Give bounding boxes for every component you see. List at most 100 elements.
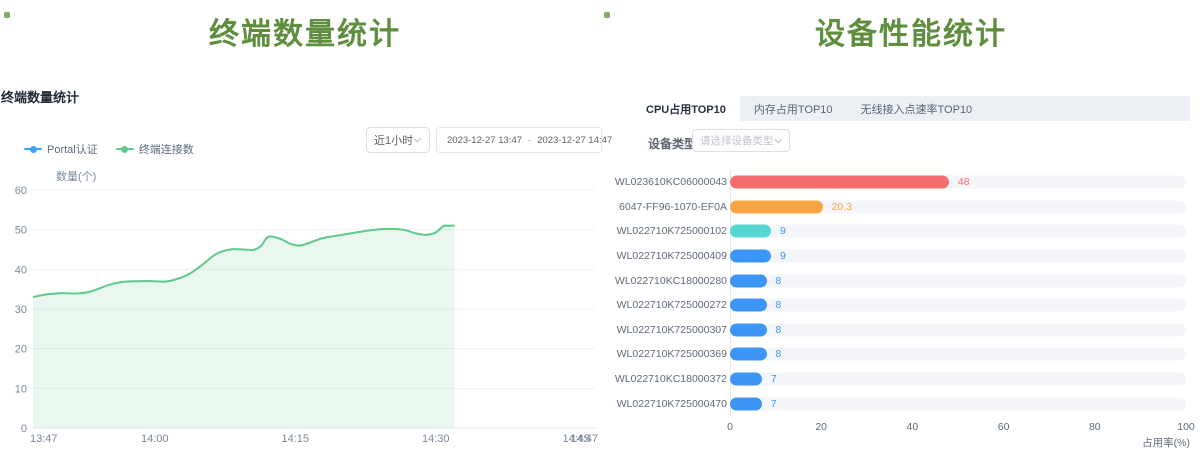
date-separator: - xyxy=(526,135,533,146)
bar-row: WL022710K725000369 8 xyxy=(632,342,1190,367)
bar-track xyxy=(730,225,1186,238)
bar-track xyxy=(730,274,1186,287)
panel-title-terminal: 终端数量统计 xyxy=(1,87,79,106)
bar-value-label: 8 xyxy=(776,299,782,311)
area-fill xyxy=(33,226,455,428)
bar-x-tick-label: 20 xyxy=(815,421,827,433)
legend-item-1[interactable]: 终端连接数 xyxy=(116,141,194,157)
bar-category-label: WL022710K725000470 xyxy=(632,391,727,416)
bar-category-label: WL022710K725000102 xyxy=(632,219,727,244)
bar-fill xyxy=(730,373,762,386)
bar-fill xyxy=(730,176,949,189)
dashboard: 终端数量统计 终端数量统计 近1小时 2023-12-27 13:47 - 20… xyxy=(0,0,1200,456)
bar-track xyxy=(730,373,1186,386)
bar-fill xyxy=(730,348,767,361)
bar-track xyxy=(730,250,1186,263)
bar-area: 20.3 xyxy=(730,195,1186,220)
device-type-select[interactable]: 请选择设备类型 xyxy=(692,129,790,152)
bar-value-label: 48 xyxy=(958,176,970,188)
tab-0[interactable]: CPU占用TOP10 xyxy=(632,96,740,121)
bar-value-label: 7 xyxy=(771,373,777,385)
bar-row: WL023610KC06000043 48 xyxy=(632,170,1190,195)
time-range-select[interactable]: 近1小时 xyxy=(366,127,430,153)
page-title-right: 设备性能统计 xyxy=(632,9,1190,53)
legend: Portal认证 终端连接数 xyxy=(24,141,194,157)
bar-category-label: WL023610KC06000043 xyxy=(632,170,727,195)
bar-fill xyxy=(730,250,771,263)
bar-fill xyxy=(730,323,767,336)
bar-x-tick-label: 0 xyxy=(727,421,733,433)
bar-row: WL022710K725000102 9 xyxy=(632,219,1190,244)
x-tick-label: 14:47 xyxy=(570,433,598,445)
bar-track xyxy=(730,299,1186,312)
y-tick-label: 40 xyxy=(15,264,27,276)
legend-label: Portal认证 xyxy=(47,141,98,157)
right-bullet-icon xyxy=(604,12,610,18)
bar-area: 9 xyxy=(730,244,1186,269)
y-tick-label: 30 xyxy=(15,304,27,316)
terminal-count-chart: 010203040506013:4714:0014:1514:3014:4514… xyxy=(0,182,610,456)
device-type-label: 设备类型 xyxy=(648,135,696,152)
tab-1[interactable]: 内存占用TOP10 xyxy=(740,96,847,121)
bar-area: 8 xyxy=(730,342,1186,367)
bar-chart-xlabel: 占用率(%) xyxy=(1110,435,1190,450)
x-tick-label: 14:30 xyxy=(422,433,450,445)
bar-row: 6047-FF96-1070-EF0A 20.3 xyxy=(632,195,1190,220)
legend-item-0[interactable]: Portal认证 xyxy=(24,141,98,157)
bar-value-label: 8 xyxy=(776,324,782,336)
legend-label: 终端连接数 xyxy=(139,141,194,157)
bar-row: WL022710KC18000280 8 xyxy=(632,268,1190,293)
bar-fill xyxy=(730,397,762,410)
bar-row: WL022710K725000307 8 xyxy=(632,318,1190,343)
y-tick-label: 0 xyxy=(21,423,27,435)
bar-value-label: 7 xyxy=(771,398,777,410)
bar-value-label: 20.3 xyxy=(832,201,852,213)
legend-mark-icon xyxy=(116,145,134,153)
bar-track xyxy=(730,348,1186,361)
bar-track xyxy=(730,323,1186,336)
bar-row: WL022710K725000470 7 xyxy=(632,391,1190,416)
bar-x-tick-label: 80 xyxy=(1089,421,1101,433)
bar-row: WL022710KC18000372 7 xyxy=(632,367,1190,392)
x-tick-label: 14:00 xyxy=(141,433,169,445)
bar-category-label: WL022710K725000409 xyxy=(632,244,727,269)
bar-value-label: 9 xyxy=(780,250,786,262)
bar-row: WL022710K725000272 8 xyxy=(632,293,1190,318)
bar-category-label: 6047-FF96-1070-EF0A xyxy=(632,195,727,220)
bar-area: 8 xyxy=(730,268,1186,293)
tab-2[interactable]: 无线接入点速率TOP10 xyxy=(847,96,987,121)
performance-tabs: CPU占用TOP10内存占用TOP10无线接入点速率TOP10 xyxy=(632,96,1190,121)
bar-category-label: WL022710KC18000280 xyxy=(632,268,727,293)
bar-x-tick-label: 100 xyxy=(1177,421,1195,433)
y-tick-label: 60 xyxy=(15,185,27,197)
x-tick-label: 13:47 xyxy=(30,433,58,445)
bar-x-tick-label: 60 xyxy=(998,421,1010,433)
bar-fill xyxy=(730,299,767,312)
bar-fill xyxy=(730,200,823,213)
date-end: 2023-12-27 14:47 xyxy=(537,135,612,146)
bar-chart-xticks: 020406080100 xyxy=(730,421,1186,433)
bar-area: 8 xyxy=(730,293,1186,318)
bar-value-label: 8 xyxy=(776,275,782,287)
datetime-range-picker[interactable]: 2023-12-27 13:47 - 2023-12-27 14:47 xyxy=(436,127,602,153)
bar-fill xyxy=(730,225,771,238)
date-start: 2023-12-27 13:47 xyxy=(447,135,522,146)
cpu-top10-chart: WL023610KC06000043 48 6047-FF96-1070-EF0… xyxy=(632,170,1190,416)
legend-mark-icon xyxy=(24,145,42,153)
x-tick-label: 14:15 xyxy=(282,433,310,445)
bar-category-label: WL022710KC18000372 xyxy=(632,367,727,392)
bar-area: 48 xyxy=(730,170,1186,195)
page-title-left: 终端数量统计 xyxy=(0,9,610,53)
bar-x-tick-label: 40 xyxy=(907,421,919,433)
chevron-down-icon xyxy=(413,137,422,143)
bar-area: 8 xyxy=(730,318,1186,343)
time-range-value: 近1小时 xyxy=(374,132,413,148)
bar-category-label: WL022710K725000272 xyxy=(632,293,727,318)
bar-value-label: 9 xyxy=(780,225,786,237)
bar-value-label: 8 xyxy=(776,348,782,360)
y-tick-label: 10 xyxy=(15,383,27,395)
bar-category-label: WL022710K725000307 xyxy=(632,318,727,343)
bar-row: WL022710K725000409 9 xyxy=(632,244,1190,269)
device-type-placeholder: 请选择设备类型 xyxy=(700,133,774,148)
chevron-down-icon xyxy=(774,138,783,144)
